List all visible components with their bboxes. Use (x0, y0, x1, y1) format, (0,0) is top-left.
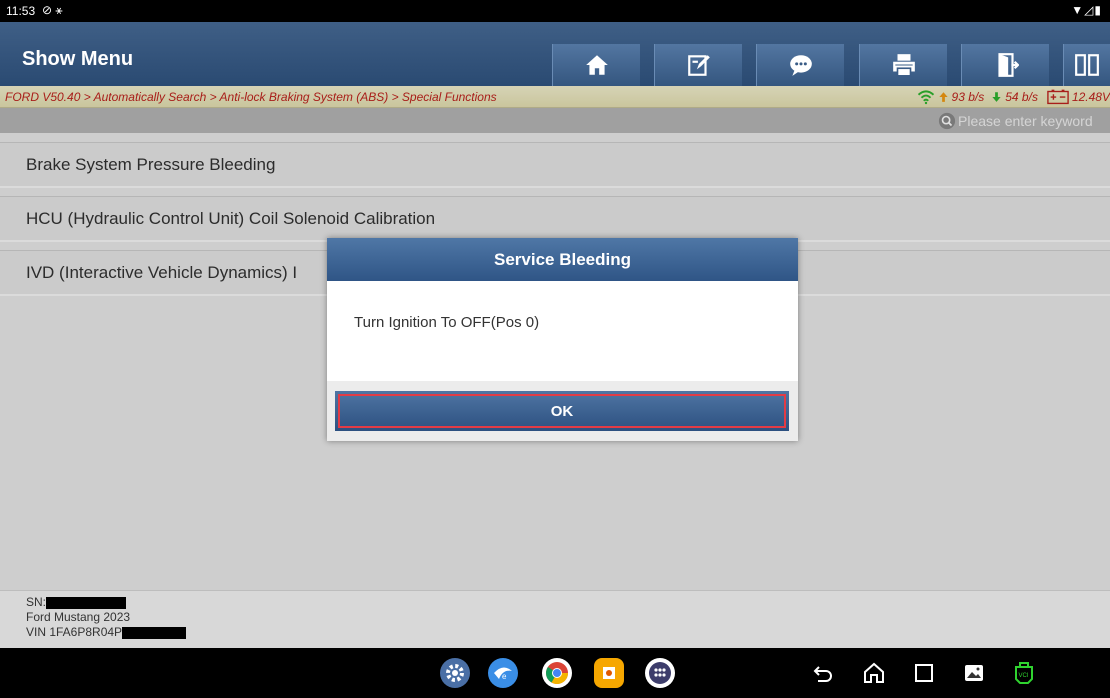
vci-button[interactable]: VCI (1011, 660, 1037, 686)
vehicle-info-bar: SN: Ford Mustang 2023 VIN 1FA6P8R04P (0, 590, 1110, 648)
split-view-button[interactable] (1063, 44, 1110, 86)
gallery-button[interactable] (961, 660, 987, 686)
chrome-icon (546, 662, 568, 684)
print-button[interactable] (859, 44, 947, 86)
header-toolbar: Show Menu (0, 22, 1110, 86)
dialog-message: Turn Ignition To OFF(Pos 0) (354, 314, 540, 331)
svg-text:e: e (502, 672, 507, 681)
redacted-block (46, 596, 127, 609)
recents-button[interactable] (911, 660, 937, 686)
gear-icon (446, 664, 464, 682)
browser-app-button[interactable]: e (488, 658, 518, 688)
exit-button[interactable] (961, 44, 1049, 86)
dialog-title: Service Bleeding (327, 238, 798, 281)
exit-icon (997, 53, 1019, 77)
page-title: Show Menu (22, 48, 134, 70)
vin-number: VIN 1FA6P8R04P (26, 625, 187, 639)
home-button[interactable] (552, 44, 640, 86)
notification-icons: ⊘ ⚹ (42, 3, 63, 17)
home-outline-icon (864, 662, 884, 683)
browser-icon: e (494, 667, 512, 681)
back-icon (813, 666, 832, 682)
chat-button[interactable] (756, 44, 844, 86)
ok-button-label: OK (338, 394, 786, 428)
image-icon (965, 665, 983, 681)
app-icon (603, 667, 615, 679)
home-icon (585, 55, 608, 75)
system-icons: ▼◿▮ (1071, 3, 1102, 17)
serial-number: SN: (26, 595, 127, 609)
svg-text:VCI: VCI (1019, 673, 1029, 679)
settings-app-button[interactable] (440, 658, 470, 688)
ok-button[interactable]: OK (335, 391, 789, 431)
vin-label: VIN 1FA6P8R04P (26, 625, 123, 639)
grid-icon (649, 662, 671, 684)
service-bleeding-dialog: Service Bleeding Turn Ignition To OFF(Po… (327, 238, 798, 441)
chat-icon (789, 55, 812, 76)
dialog-footer: OK (327, 381, 798, 441)
back-button[interactable] (810, 660, 836, 686)
edit-button[interactable] (654, 44, 742, 86)
chrome-app-button[interactable] (542, 658, 572, 688)
diagnostic-app-button[interactable] (594, 658, 624, 688)
print-icon (892, 54, 915, 77)
system-status-bar: 11:53 ⊘ ⚹ ▼◿▮ (0, 0, 1110, 22)
android-nav-bar: e VCI (0, 648, 1110, 698)
app-drawer-button[interactable] (645, 658, 675, 688)
split-view-icon (1075, 54, 1099, 76)
redacted-block (122, 626, 187, 639)
vci-icon: VCI (1015, 662, 1033, 684)
sn-label: SN: (26, 595, 47, 609)
recents-icon (915, 664, 933, 682)
edit-icon (687, 55, 710, 76)
clock: 11:53 (6, 4, 36, 18)
home-nav-button[interactable] (861, 660, 887, 686)
vehicle-name: Ford Mustang 2023 (26, 610, 131, 624)
